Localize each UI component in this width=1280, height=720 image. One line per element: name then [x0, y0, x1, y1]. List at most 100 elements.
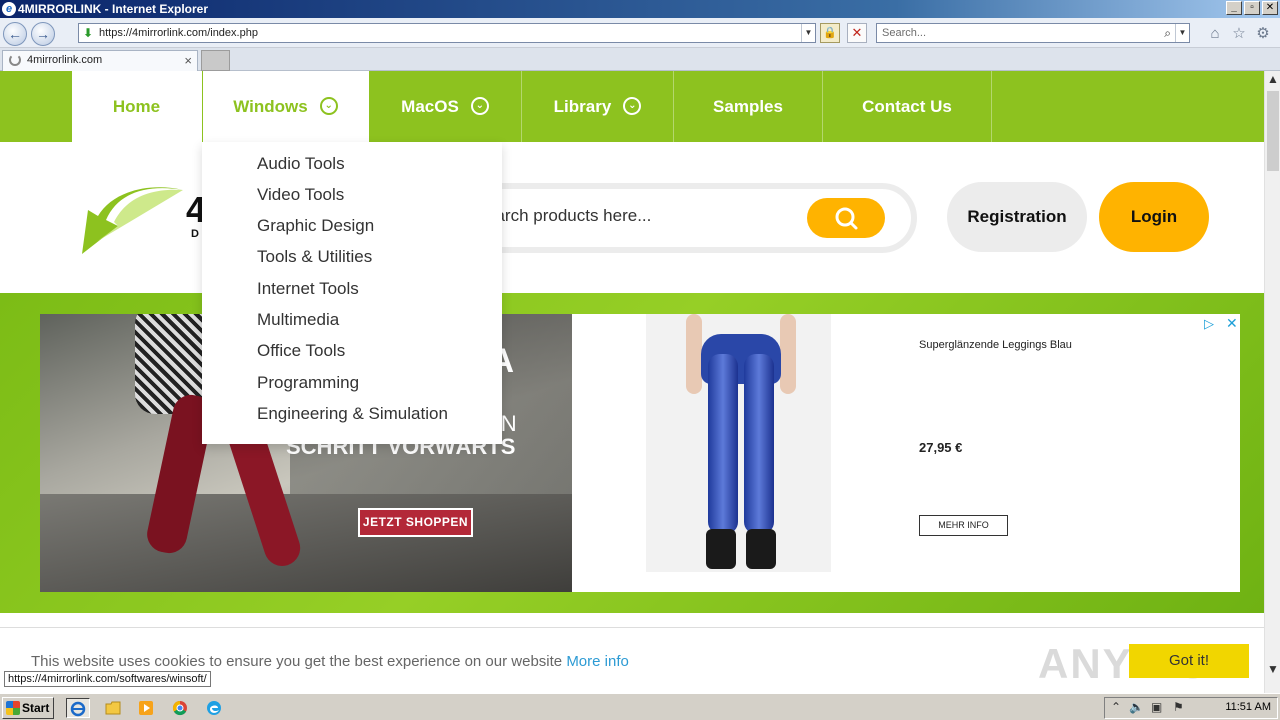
nav-macos[interactable]: MacOS ⌄ — [369, 71, 522, 142]
media-player-icon — [139, 701, 153, 715]
favorites-icon[interactable]: ☆ — [1230, 25, 1248, 43]
menu-item-video-tools[interactable]: Video Tools — [257, 185, 344, 205]
login-button[interactable]: Login — [1099, 182, 1209, 252]
product-boot-shape — [706, 529, 736, 569]
scroll-down-button[interactable]: ▼ — [1265, 661, 1280, 677]
forward-button[interactable]: → — [31, 22, 55, 46]
search-icon — [835, 207, 858, 230]
minimize-button[interactable]: _ — [1226, 1, 1242, 15]
volume-icon[interactable]: 🔈 — [1129, 700, 1144, 714]
tray-expand-icon[interactable]: ⌃ — [1111, 700, 1121, 714]
nav-windows[interactable]: Windows ⌄ — [202, 71, 369, 142]
menu-item-audio-tools[interactable]: Audio Tools — [257, 154, 345, 174]
nav-contact-us[interactable]: Contact Us — [823, 71, 992, 142]
tab-4mirrorlink[interactable]: 4mirrorlink.com × — [2, 50, 198, 71]
adchoices-icon[interactable]: ▷ — [1204, 316, 1214, 332]
tab-bar: 4mirrorlink.com × — [0, 48, 1280, 71]
close-window-button[interactable]: ✕ — [1262, 1, 1278, 15]
vertical-scrollbar[interactable]: ▲ ▼ — [1264, 71, 1280, 693]
home-icon[interactable]: ⌂ — [1206, 25, 1224, 43]
clock[interactable]: 11:51 AM — [1225, 701, 1271, 713]
browser-search-placeholder: Search... — [882, 27, 927, 39]
address-dropdown-button[interactable]: ▼ — [801, 24, 815, 42]
lock-icon[interactable]: 🔒 — [820, 23, 840, 43]
media-player-taskbar-button[interactable] — [134, 698, 158, 718]
menu-item-office-tools[interactable]: Office Tools — [257, 341, 345, 361]
start-label: Start — [22, 701, 50, 715]
window-title: 4MIRRORLINK - Internet Explorer — [18, 2, 209, 16]
product-legging-shape — [744, 354, 774, 534]
download-icon: ⬇ — [83, 26, 94, 40]
start-button[interactable]: Start — [2, 697, 54, 719]
tab-title: 4mirrorlink.com — [27, 54, 103, 66]
scroll-up-button[interactable]: ▲ — [1265, 71, 1280, 87]
product-search-placeholder: earch products here... — [486, 206, 652, 225]
close-tab-icon[interactable]: × — [184, 51, 192, 70]
menu-item-graphic-design[interactable]: Graphic Design — [257, 216, 374, 236]
folder-icon — [105, 701, 121, 715]
logo-subtext: D — [191, 228, 199, 240]
site-header: 4 D earch products here... Registration … — [0, 142, 1264, 293]
logo-arrow-icon[interactable] — [78, 182, 188, 257]
chevron-down-icon: ⌄ — [319, 97, 338, 116]
ad-product-price: 27,95 € — [919, 440, 963, 455]
chrome-taskbar-button[interactable] — [168, 698, 192, 718]
ie-taskbar-button[interactable] — [66, 698, 90, 718]
ad-shop-button[interactable]: JETZT SHOPPEN — [358, 508, 473, 537]
product-boot-shape — [746, 529, 776, 569]
more-info-link[interactable]: More info — [566, 653, 629, 670]
restore-button[interactable]: ▫ — [1244, 1, 1260, 15]
windows-logo-icon — [6, 701, 20, 715]
nav-label: MacOS — [401, 97, 459, 116]
product-arm-shape — [686, 314, 702, 394]
product-legging-shape — [708, 354, 738, 534]
nav-label: Samples — [713, 97, 783, 116]
chevron-down-icon: ⌄ — [623, 97, 642, 116]
nav-library[interactable]: Library ⌄ — [522, 71, 674, 142]
menu-item-tools-utilities[interactable]: Tools & Utilities — [257, 247, 372, 267]
ad-product-image[interactable] — [646, 314, 831, 572]
menu-item-multimedia[interactable]: Multimedia — [257, 310, 339, 330]
cookie-text: This website uses cookies to ensure you … — [31, 653, 563, 670]
status-url: https://4mirrorlink.com/softwares/winsof… — [4, 671, 211, 687]
registration-button[interactable]: Registration — [947, 182, 1087, 252]
menu-item-engineering-simulation[interactable]: Engineering & Simulation — [257, 404, 448, 424]
page-viewport: Home Windows ⌄ MacOS ⌄ Library ⌄ Samples Co… — [0, 71, 1264, 693]
menu-item-programming[interactable]: Programming — [257, 373, 359, 393]
menu-item-internet-tools[interactable]: Internet Tools — [257, 279, 359, 299]
explorer-taskbar-button[interactable] — [101, 698, 125, 718]
address-bar[interactable]: ⬇ https://4mirrorlink.com/index.php ▼ — [78, 23, 816, 43]
cookie-accept-button[interactable]: Got it! — [1129, 644, 1249, 678]
gear-icon[interactable]: ⚙ — [1254, 25, 1272, 43]
stop-button[interactable]: ✕ — [847, 23, 867, 43]
scroll-thumb[interactable] — [1267, 91, 1279, 171]
edge-icon — [207, 701, 221, 715]
windows-dropdown-menu: Audio Tools Video Tools Graphic Design T… — [202, 142, 502, 444]
browser-search-box[interactable]: Search... ⌕ ▼ — [876, 23, 1190, 43]
loading-spinner-icon — [9, 54, 21, 66]
product-arm-shape — [780, 314, 796, 394]
product-search-button[interactable] — [807, 198, 885, 238]
nav-samples[interactable]: Samples — [674, 71, 823, 142]
nav-home[interactable]: Home — [72, 71, 202, 142]
cookie-message: This website uses cookies to ensure you … — [31, 653, 629, 670]
window-titlebar: e 4MIRRORLINK - Internet Explorer _ ▫ ✕ — [0, 0, 1280, 18]
close-ad-icon[interactable]: ✕ — [1226, 315, 1238, 332]
action-center-flag-icon[interactable]: ⚑ — [1173, 700, 1184, 714]
search-dropdown-button[interactable]: ▼ — [1175, 24, 1189, 42]
system-tray: ⌃ 🔈 ▣ ⚑ 11:51 AM — [1104, 697, 1278, 719]
nav-label: Library — [553, 97, 612, 116]
new-tab-button[interactable] — [201, 50, 230, 71]
ad-more-info-button[interactable]: MEHR INFO — [919, 515, 1008, 536]
ad-product-title[interactable]: Superglänzende Leggings Blau — [919, 339, 1072, 351]
edge-taskbar-button[interactable] — [202, 698, 226, 718]
site-nav: Home Windows ⌄ MacOS ⌄ Library ⌄ Samples Co… — [0, 71, 1264, 142]
browser-navbar: ← → ⬇ https://4mirrorlink.com/index.php … — [0, 18, 1280, 48]
ie-icon — [70, 701, 86, 717]
nav-label: Home — [112, 97, 161, 116]
network-icon[interactable]: ▣ — [1151, 700, 1162, 714]
window-controls: _ ▫ ✕ — [1226, 1, 1278, 15]
magnifier-icon[interactable]: ⌕ — [1164, 24, 1171, 42]
back-button[interactable]: ← — [3, 22, 27, 46]
ie-logo-icon: e — [2, 2, 16, 16]
